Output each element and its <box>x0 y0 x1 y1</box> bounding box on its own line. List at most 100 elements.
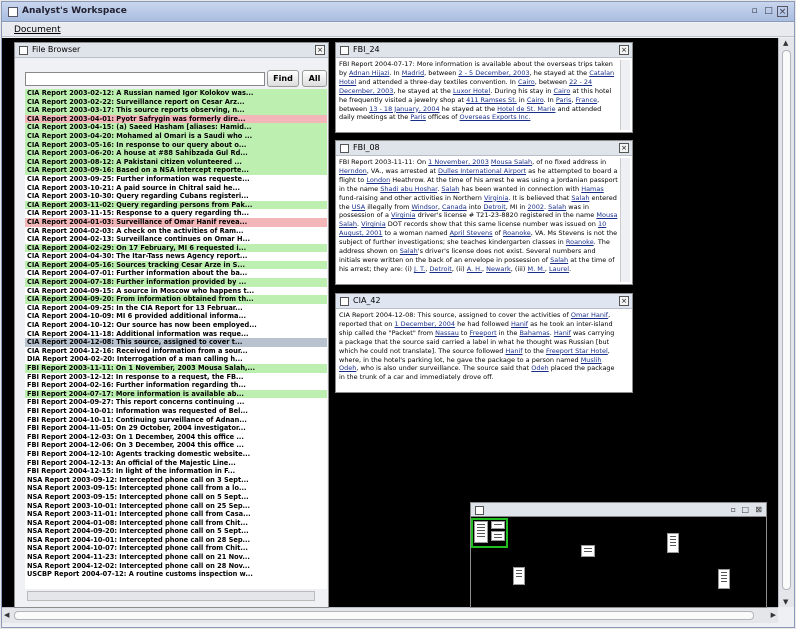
list-item[interactable]: CIA Report 2003-02-22: Surveillance repo… <box>25 97 327 107</box>
scroll-up-icon[interactable]: ▲ <box>783 39 788 47</box>
list-item[interactable]: CIA Report 2003-09-16: Based on a NSA in… <box>25 166 327 175</box>
scroll-down-icon[interactable]: ▼ <box>783 598 788 606</box>
maximize-icon[interactable]: □ <box>741 505 749 514</box>
close-icon[interactable]: × <box>619 296 629 306</box>
close-icon[interactable]: × <box>777 6 788 17</box>
list-item[interactable]: FBI Report 2004-12-06: On 3 December, 20… <box>25 441 327 450</box>
menu-document[interactable]: Document <box>14 25 61 35</box>
list-item[interactable]: CIA Report 2003-04-15: (a) Saeed Hasham … <box>25 123 327 132</box>
close-icon[interactable]: × <box>619 45 629 55</box>
list-item[interactable]: FBI Report 2004-09-27: This report conce… <box>25 398 327 407</box>
overview-viewport-box[interactable] <box>471 518 508 548</box>
file-browser-icon <box>19 46 28 55</box>
close-icon[interactable]: ⊠ <box>755 505 762 514</box>
list-horizontal-scrollbar[interactable] <box>27 591 315 601</box>
scroll-left-icon[interactable]: ◀ <box>4 611 9 619</box>
list-item[interactable]: NSA Report 2004-10-01: Intercepted phone… <box>25 536 327 545</box>
document-text: CIA Report 2004-12-08: This source, assi… <box>339 311 615 382</box>
list-item[interactable]: CIA Report 2004-09-25: In the CIA Report… <box>25 304 327 313</box>
list-item[interactable]: DIA Report 2004-02-20: Interrogation of … <box>25 355 327 364</box>
list-item[interactable]: CIA Report 2003-08-12: A Pakistani citiz… <box>25 157 327 167</box>
close-icon[interactable]: × <box>619 143 629 153</box>
list-item[interactable]: CIA Report 2003-11-15: Response to a que… <box>25 209 327 218</box>
window-title: Analyst's Workspace <box>22 6 127 16</box>
list-item[interactable]: CIA Report 2004-07-18: Further informati… <box>25 278 327 287</box>
list-item[interactable]: FBI Report 2004-12-10: Agents tracking d… <box>25 450 327 459</box>
list-item[interactable]: CIA Report 2003-05-16: In response to ou… <box>25 140 327 150</box>
workspace-vertical-scrollbar[interactable]: ▲ ▼ <box>778 38 794 607</box>
list-item[interactable]: CIA Report 2003-04-01: Pyotr Safrygin wa… <box>25 114 327 124</box>
list-item[interactable]: FBI Report 2004-07-17: More information … <box>25 389 327 399</box>
list-item[interactable]: CIA Report 2004-09-20: From information … <box>25 295 327 304</box>
minimize-icon[interactable]: ▫ <box>731 505 736 514</box>
list-item[interactable]: NSA Report 2003-09-12: Intercepted phone… <box>25 476 327 485</box>
document-title: CIA_42 <box>353 296 381 305</box>
list-item[interactable]: USCBP Report 2004-07-12: A routine custo… <box>25 570 327 579</box>
list-item[interactable]: CIA Report 2003-11-02: Query regarding p… <box>25 200 327 210</box>
list-item[interactable]: FBI Report 2003-12-12: In response to a … <box>25 373 327 382</box>
close-icon[interactable]: × <box>315 45 325 55</box>
list-item[interactable]: CIA Report 2003-09-25: Further informati… <box>25 175 327 184</box>
horizontal-scroll-thumb[interactable] <box>14 611 754 620</box>
list-item[interactable]: NSA Report 2004-01-08: Intercepted phone… <box>25 519 327 528</box>
overview-doc-mini[interactable] <box>513 567 525 585</box>
search-input[interactable] <box>25 72 265 86</box>
list-item[interactable]: FBI Report 2004-10-11: Continuing survei… <box>25 416 327 425</box>
document-header: FBI_08 × <box>336 141 632 156</box>
list-item[interactable]: CIA Report 2004-10-09: MI 6 provided add… <box>25 312 327 321</box>
document-header: CIA_42 × <box>336 294 632 309</box>
overview-doc-mini[interactable] <box>718 569 730 589</box>
list-item[interactable]: NSA Report 2003-09-15: Intercepted phone… <box>25 484 327 493</box>
scroll-right-icon[interactable]: ▶ <box>771 611 776 619</box>
list-item[interactable]: FBI Report 2004-12-13: An official of th… <box>25 459 327 468</box>
overview-doc-mini[interactable] <box>581 545 595 557</box>
document-scrollbar[interactable] <box>620 60 630 130</box>
list-item[interactable]: CIA Report 2004-05-16: Sources tracking … <box>25 260 327 270</box>
list-item[interactable]: CIA Report 2004-04-30: The Itar-Tass new… <box>25 252 327 261</box>
list-item[interactable]: CIA Report 2004-01-03: Surveillance of O… <box>25 217 327 227</box>
list-item[interactable]: NSA Report 2004-11-23: Intercepted phone… <box>25 553 327 562</box>
list-item[interactable]: FBI Report 2004-12-15: In light of the i… <box>25 467 327 476</box>
list-item[interactable]: FBI Report 2004-12-03: On 1 December, 20… <box>25 433 327 442</box>
document-text: FBI Report 2004-07-17: More information … <box>339 60 615 122</box>
list-item[interactable]: CIA Report 2003-02-12: A Russian named I… <box>25 89 327 98</box>
document-title: FBI_24 <box>353 45 380 54</box>
all-button[interactable]: All <box>302 70 327 87</box>
minimize-icon[interactable]: ▫ <box>749 6 760 17</box>
list-item[interactable]: CIA Report 2004-12-16: Received informat… <box>25 347 327 356</box>
list-item[interactable]: CIA Report 2004-10-12: Our source has no… <box>25 321 327 330</box>
list-item[interactable]: CIA Report 2004-07-01: Further informati… <box>25 269 327 278</box>
list-item[interactable]: FBI Report 2003-11-11: On 1 November, 20… <box>25 364 327 373</box>
list-item[interactable]: CIA Report 2003-10-21: A paid source in … <box>25 184 327 193</box>
list-item[interactable]: NSA Report 2003-09-15: Intercepted phone… <box>25 493 327 502</box>
list-item[interactable]: CIA Report 2004-12-08: This source, assi… <box>25 338 327 347</box>
list-item[interactable]: NSA Report 2004-09-20: Intercepted phone… <box>25 527 327 536</box>
list-item[interactable]: NSA Report 2004-10-07: Intercepted phone… <box>25 544 327 553</box>
list-item[interactable]: CIA Report 2004-02-03: A check on the ac… <box>25 227 327 236</box>
list-item[interactable]: CIA Report 2004-02-29: On 17 February, M… <box>25 243 327 253</box>
list-item[interactable]: NSA Report 2004-12-02: Intercepted phone… <box>25 562 327 571</box>
list-item[interactable]: FBI Report 2004-10-01: Information was r… <box>25 407 327 416</box>
document-window-cia42: CIA_42 × CIA Report 2004-12-08: This sou… <box>335 293 633 393</box>
list-item[interactable]: CIA Report 2004-09-15: A source in Mosco… <box>25 287 327 296</box>
list-item[interactable]: NSA Report 2003-11-01: Intercepted phone… <box>25 510 327 519</box>
report-list: CIA Report 2003-02-12: A Russian named I… <box>25 89 327 589</box>
list-item[interactable]: CIA Report 2003-06-20: A house at #88 Sa… <box>25 149 327 158</box>
file-browser-header: File Browser × <box>15 43 328 58</box>
overview-doc-mini[interactable] <box>667 533 679 553</box>
workspace-horizontal-scrollbar[interactable]: ◀ ▶ <box>2 607 778 623</box>
maximize-icon[interactable]: □ <box>763 6 774 17</box>
vertical-scroll-thumb[interactable] <box>782 50 791 590</box>
document-icon <box>340 297 349 306</box>
list-item[interactable]: CIA Report 2003-03-17: This source repor… <box>25 106 327 115</box>
document-scrollbar[interactable] <box>620 158 630 282</box>
list-item[interactable]: CIA Report 2004-11-18: Additional inform… <box>25 330 327 339</box>
find-button[interactable]: Find <box>267 70 299 87</box>
list-item[interactable]: NSA Report 2003-10-01: Intercepted phone… <box>25 502 327 511</box>
list-item[interactable]: FBI Report 2004-11-05: On 29 October, 20… <box>25 424 327 433</box>
list-item[interactable]: FBI Report 2004-02-16: Further informati… <box>25 381 327 390</box>
file-browser-title: File Browser <box>32 45 81 54</box>
list-item[interactable]: CIA Report 2003-04-20: Mohamed al Omari … <box>25 131 327 141</box>
list-item[interactable]: CIA Report 2004-02-13: Surveillance cont… <box>25 235 327 244</box>
list-item[interactable]: CIA Report 2003-10-30: Query regarding C… <box>25 192 327 201</box>
